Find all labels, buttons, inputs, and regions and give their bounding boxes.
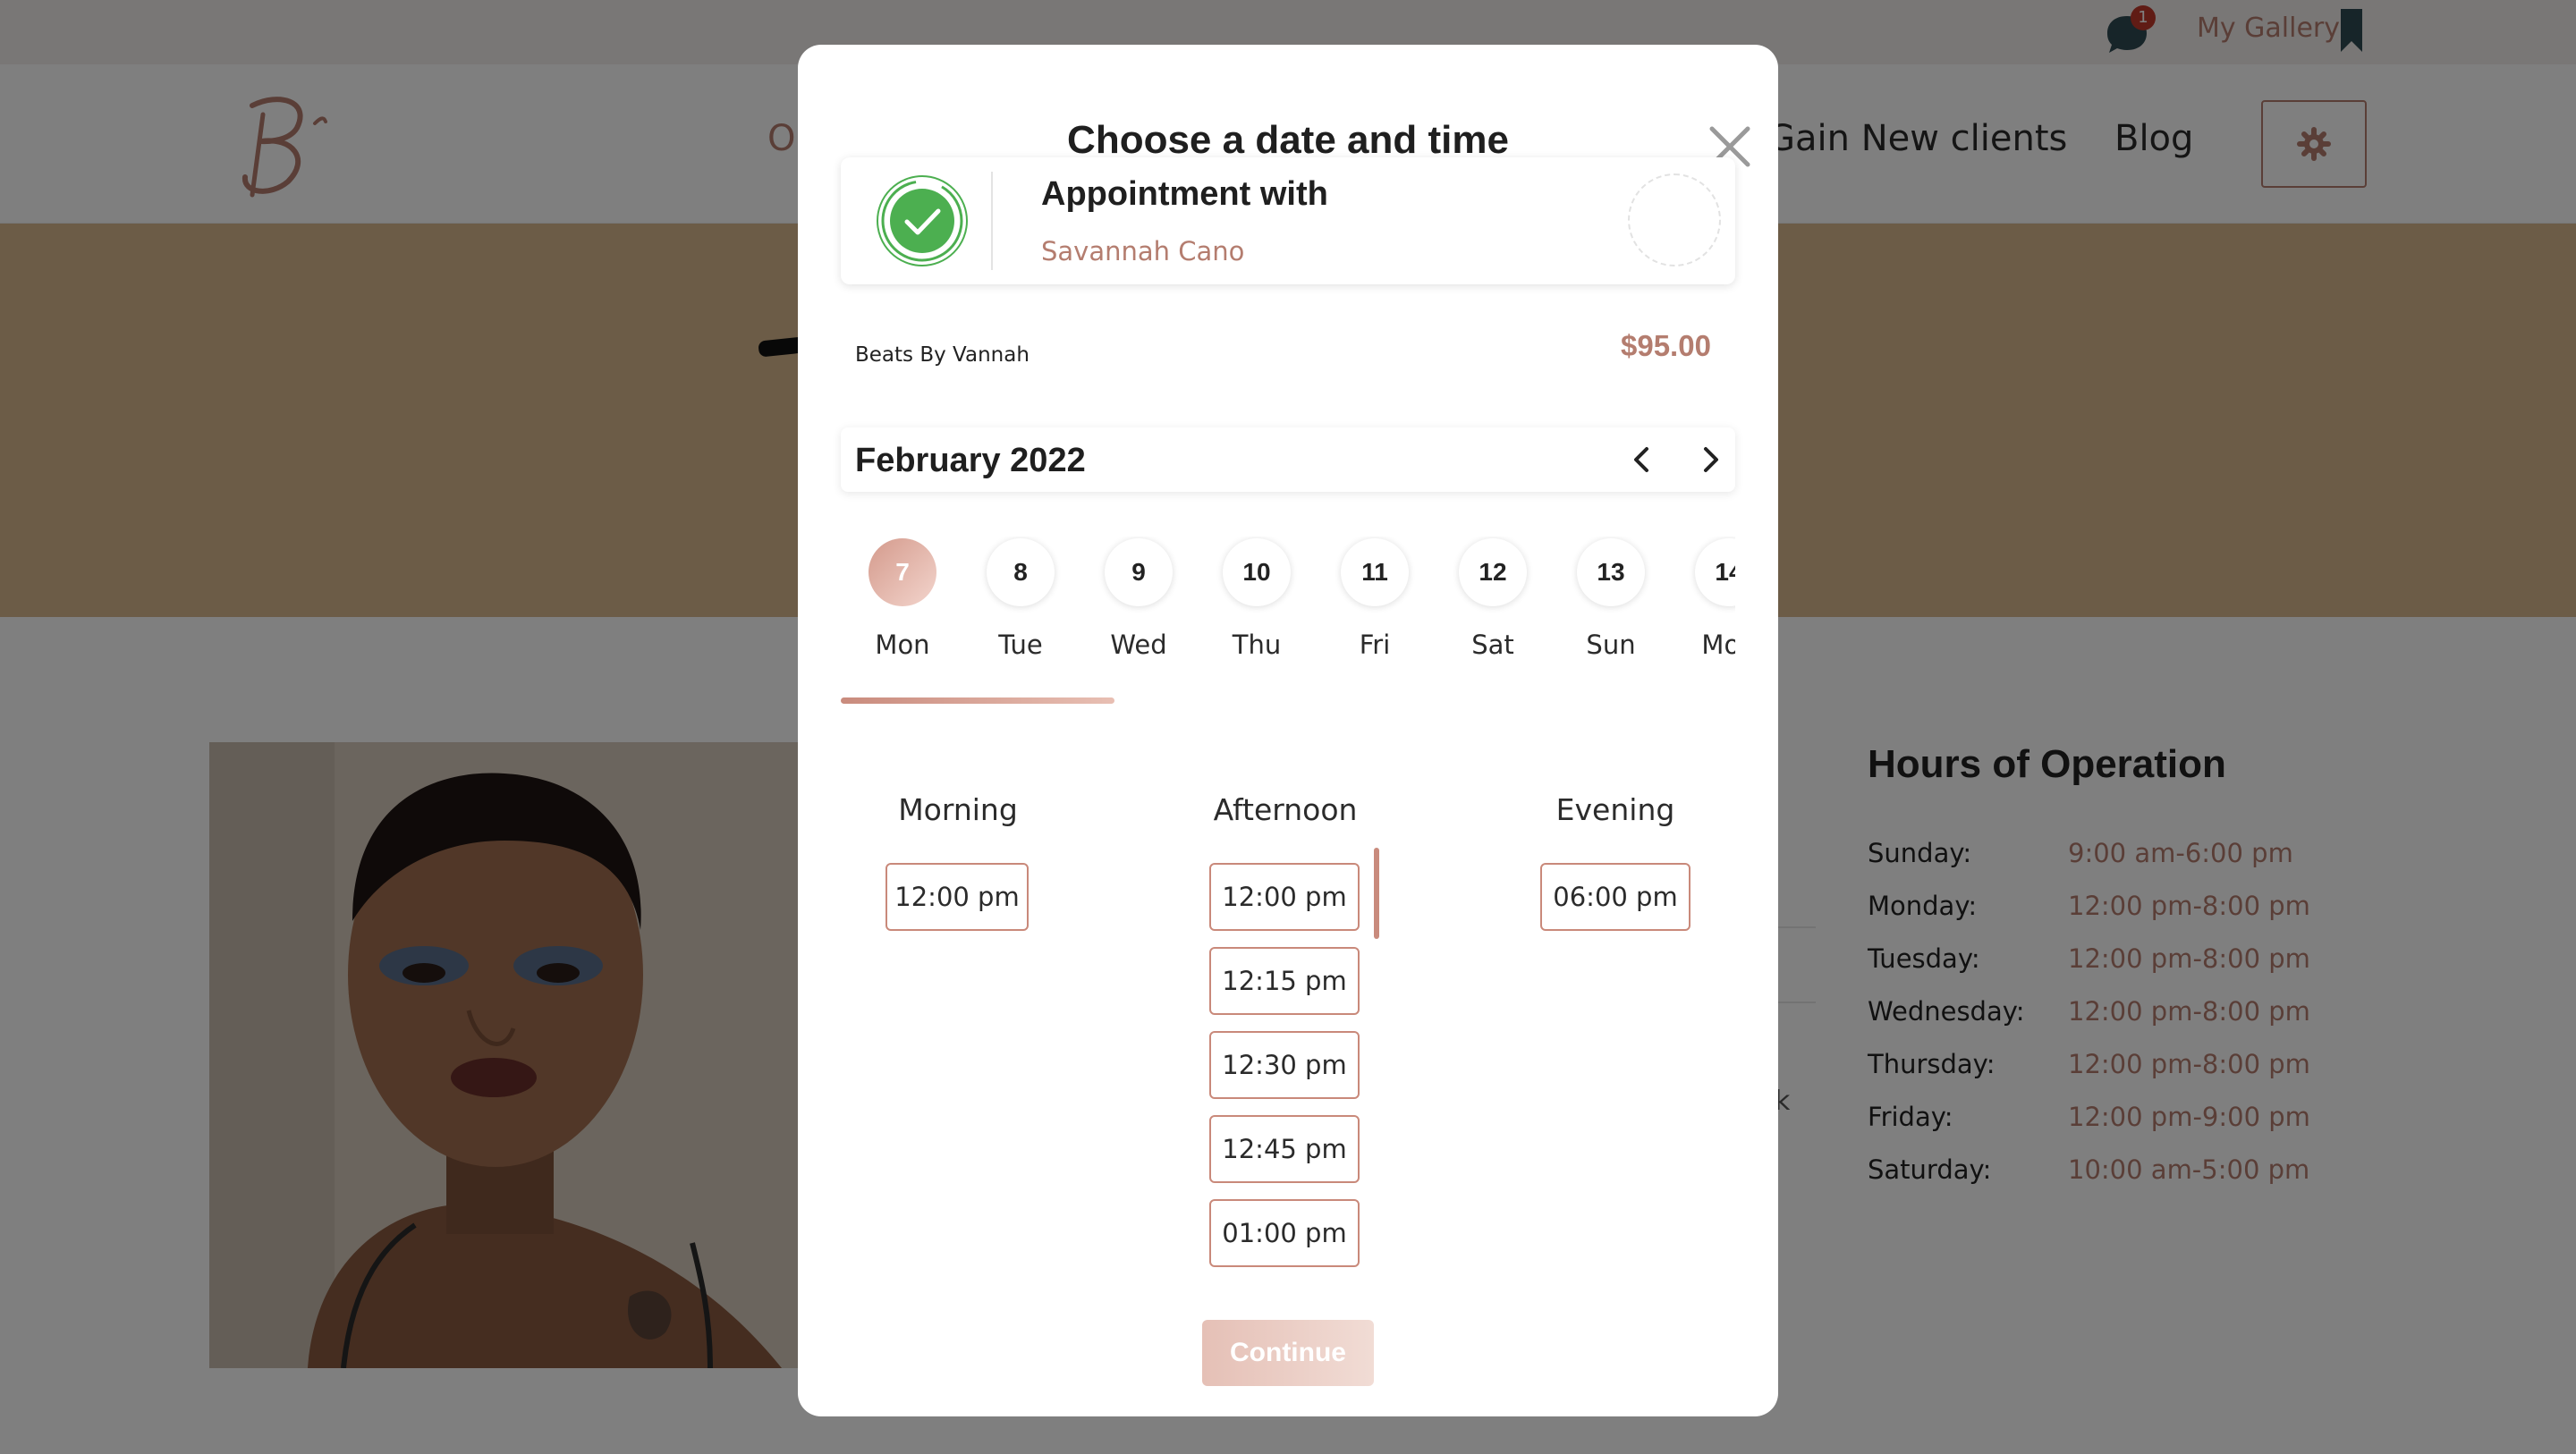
afternoon-scrollbar[interactable] [1374, 848, 1379, 939]
next-month-button[interactable] [1689, 438, 1732, 481]
continue-button[interactable]: Continue [1202, 1320, 1374, 1386]
date-item[interactable]: 14 Mon [1680, 537, 1735, 660]
prev-month-button[interactable] [1621, 438, 1664, 481]
date-number: 14 [1695, 538, 1735, 606]
date-number: 12 [1459, 538, 1527, 606]
appointment-label: Appointment with [1041, 175, 1328, 213]
morning-slots: Morning 12:00 pm [886, 792, 1030, 931]
chevron-left-icon [1634, 447, 1648, 472]
month-label: February 2022 [855, 442, 1086, 479]
date-number: 11 [1341, 538, 1409, 606]
date-weekday: Thu [1232, 630, 1282, 660]
date-weekday: Sat [1471, 630, 1514, 660]
date-item[interactable]: 11 Fri [1326, 537, 1424, 660]
date-weekday: Sun [1586, 630, 1636, 660]
time-slot-button[interactable]: 12:15 pm [1209, 947, 1360, 1015]
date-number: 7 [869, 538, 936, 606]
date-item[interactable]: 12 Sat [1444, 537, 1542, 660]
date-number: 13 [1577, 538, 1645, 606]
date-weekday: Mon [1701, 630, 1735, 660]
date-item[interactable]: 8 Tue [971, 537, 1070, 660]
date-weekday: Fri [1359, 630, 1391, 660]
slot-heading-evening: Evening [1555, 792, 1675, 827]
time-slot-button[interactable]: 01:00 pm [1209, 1199, 1360, 1267]
booking-modal: Choose a date and time Appointment with … [798, 45, 1778, 1416]
time-slot-button[interactable]: 12:00 pm [886, 863, 1029, 931]
price: $95.00 [1621, 329, 1711, 362]
date-scroll-indicator [841, 697, 1114, 704]
date-number: 10 [1223, 538, 1291, 606]
avatar [1628, 173, 1721, 266]
date-weekday: Mon [875, 630, 930, 660]
date-item[interactable]: 9 Wed [1089, 537, 1188, 660]
date-item[interactable]: 7 Mon [853, 537, 952, 660]
date-item[interactable]: 10 Thu [1208, 537, 1306, 660]
check-icon [877, 175, 968, 266]
date-item[interactable]: 13 Sun [1562, 537, 1660, 660]
slot-heading-morning: Morning [898, 792, 1018, 827]
evening-slots: Evening 06:00 pm [1540, 792, 1690, 931]
stylist-name: Savannah Cano [1041, 236, 1245, 266]
time-slot-button[interactable]: 12:30 pm [1209, 1031, 1360, 1099]
time-slot-button[interactable]: 12:00 pm [1209, 863, 1360, 931]
appointment-card: Appointment with Savannah Cano [841, 157, 1735, 284]
time-slot-button[interactable]: 12:45 pm [1209, 1115, 1360, 1183]
business-name: Beats By Vannah [855, 343, 1030, 367]
divider [991, 172, 993, 270]
date-weekday: Wed [1110, 630, 1167, 660]
modal-title: Choose a date and time [1067, 118, 1509, 162]
date-weekday: Tue [998, 630, 1043, 660]
month-selector: February 2022 [841, 427, 1735, 492]
date-number: 9 [1105, 538, 1173, 606]
date-strip: 7 Mon 8 Tue 9 Wed 10 Thu 11 Fri 12 Sat 1… [841, 537, 1735, 751]
time-slot-button[interactable]: 06:00 pm [1540, 863, 1690, 931]
afternoon-slots: Afternoon 12:00 pm 12:15 pm 12:30 pm 12:… [1209, 792, 1361, 1267]
slot-heading-afternoon: Afternoon [1213, 792, 1358, 827]
date-number: 8 [987, 538, 1055, 606]
chevron-right-icon [1704, 447, 1718, 472]
